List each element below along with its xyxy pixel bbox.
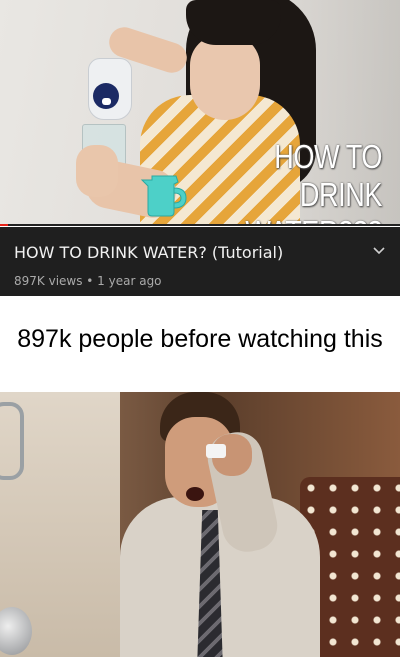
progress-bar[interactable] [0,224,400,226]
door-handle [0,402,24,480]
pitcher-icon [140,175,187,217]
chevron-down-icon[interactable] [372,244,386,258]
thumbnail-overlay-title: HOW TO DRINK WATER??? [245,138,382,226]
man-open-mouth [186,487,204,501]
girl-face [190,35,260,120]
progress-fill [0,224,8,226]
water-cup-at-ear [206,444,226,458]
meme-caption-panel: 897k people before watching this [0,296,400,392]
girl-hand [76,145,118,197]
girl-bangs [186,0,281,45]
video-meta: 897K views • 1 year ago [14,274,162,288]
jug-cap [93,83,119,109]
jug-cap-spout [102,98,111,105]
meme-caption: 897k people before watching this [17,325,383,353]
video-info-panel: HOW TO DRINK WATER? (Tutorial) 897K view… [0,227,400,296]
reaction-image [0,392,400,657]
video-title[interactable]: HOW TO DRINK WATER? (Tutorial) [14,243,283,262]
video-thumbnail[interactable]: HOW TO DRINK WATER??? [0,0,400,226]
